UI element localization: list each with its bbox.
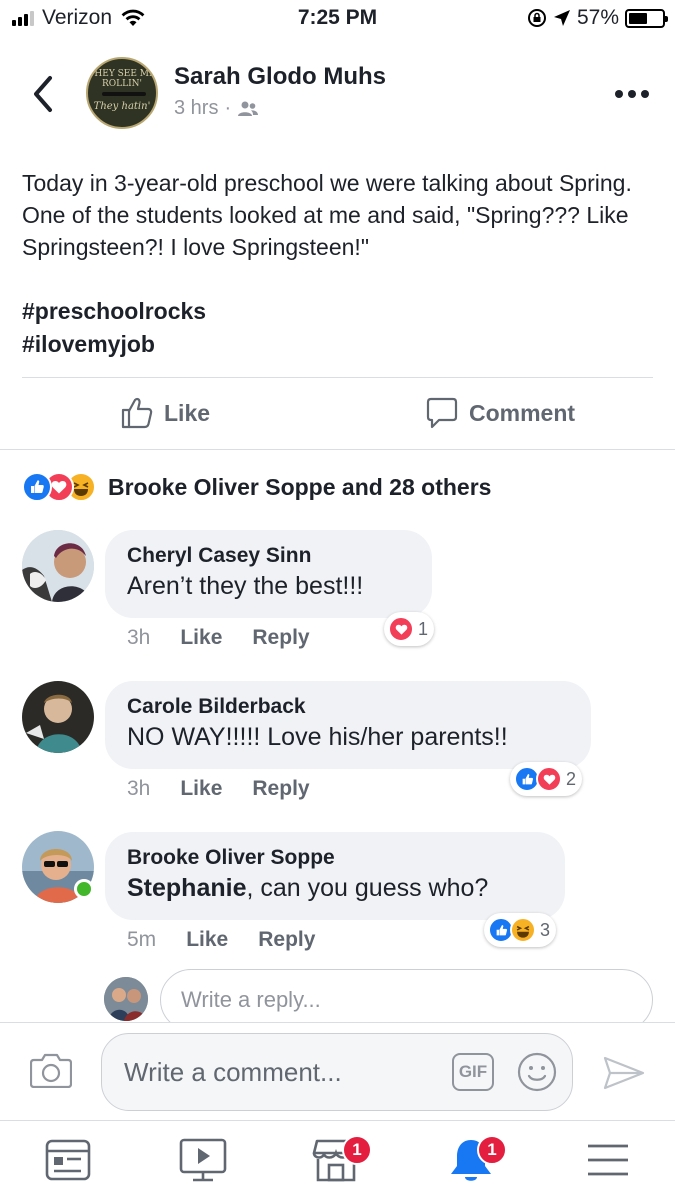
- comment-meta: 5m Like Reply: [127, 928, 315, 952]
- comment-reply-button[interactable]: Reply: [252, 626, 309, 650]
- divider: [22, 377, 653, 378]
- like-button-label: Like: [164, 399, 211, 426]
- commenter-avatar[interactable]: [22, 530, 94, 602]
- like-reaction-icon: [22, 472, 52, 502]
- comment-text-rest: , can you guess who?: [246, 874, 489, 902]
- comment-bubble-icon: [426, 397, 458, 429]
- online-status-dot: [74, 879, 94, 899]
- comment-reactions[interactable]: 3: [484, 913, 557, 947]
- comment-like-button[interactable]: Like: [180, 777, 222, 801]
- commenter-name[interactable]: Cheryl Casey Sinn: [127, 542, 410, 570]
- battery-fill: [629, 12, 648, 24]
- hashtag-link[interactable]: #preschoolrocks: [22, 295, 206, 328]
- post-text: Today in 3-year-old preschool we were ta…: [22, 170, 639, 260]
- love-reaction-icon: [536, 766, 562, 792]
- post-body: Today in 3-year-old preschool we were ta…: [22, 167, 652, 263]
- comment-bubble: Brooke Oliver Soppe Stephanie, can you g…: [105, 832, 565, 920]
- current-user-avatar: [104, 977, 148, 1021]
- commenter-avatar[interactable]: [22, 681, 94, 753]
- avatar-logo-text-bottom: They hatin': [93, 101, 151, 112]
- commenter-name[interactable]: Carole Bilderback: [127, 693, 569, 721]
- haha-reaction-icon: [510, 917, 536, 943]
- watch-icon[interactable]: [178, 1137, 228, 1183]
- meta-separator: ·: [224, 97, 232, 119]
- post-meta: 3 hrs ·: [174, 97, 259, 120]
- poster-avatar[interactable]: THEY SEE ME ROLLIN' They hatin': [86, 57, 158, 129]
- menu-icon[interactable]: [583, 1137, 633, 1183]
- rotation-lock-icon: [527, 9, 546, 27]
- comment-time: 5m: [127, 928, 157, 951]
- comment-reply-button[interactable]: Reply: [258, 928, 315, 952]
- commenter-name[interactable]: Brooke Oliver Soppe: [127, 844, 543, 872]
- comment-button-label: Comment: [469, 399, 576, 426]
- reactions-summary[interactable]: Brooke Oliver Soppe and 28 others: [22, 472, 491, 502]
- battery-icon: [625, 8, 668, 28]
- comment-time: 3h: [127, 626, 151, 649]
- location-arrow-icon: [553, 10, 570, 26]
- send-icon[interactable]: [603, 1055, 645, 1091]
- post-time[interactable]: 3 hrs: [174, 97, 218, 120]
- comment-text: Aren’t they the best!!!: [127, 572, 364, 600]
- comment-reactions[interactable]: 1: [384, 612, 435, 646]
- comment-bubble: Cheryl Casey Sinn Aren’t they the best!!…: [105, 530, 432, 618]
- comment-bubble: Carole Bilderback NO WAY!!!!! Love his/h…: [105, 681, 591, 769]
- status-right: 57%: [527, 6, 668, 30]
- comment-meta: 3h Like Reply: [127, 777, 310, 801]
- reaction-count: 2: [566, 768, 577, 789]
- comment-reply-button[interactable]: Reply: [252, 777, 309, 801]
- avatar-logo-bar: [102, 92, 146, 96]
- comment-meta: 3h Like Reply: [127, 626, 310, 650]
- back-chevron-icon[interactable]: [28, 74, 58, 114]
- more-options-icon[interactable]: [615, 90, 649, 98]
- like-button[interactable]: Like: [120, 396, 210, 430]
- comment-reactions[interactable]: 2: [510, 762, 583, 796]
- battery-percent: 57%: [576, 6, 619, 29]
- love-reaction-icon: [388, 616, 414, 642]
- comment-text: NO WAY!!!!! Love his/her parents!!: [127, 723, 508, 751]
- comment-text: Stephanie, can you guess who?: [127, 872, 543, 904]
- reactions-summary-text: Brooke Oliver Soppe and 28 others: [108, 473, 492, 500]
- reaction-count: 3: [540, 919, 551, 940]
- poster-name[interactable]: Sarah Glodo Muhs: [174, 63, 386, 91]
- news-feed-icon[interactable]: [43, 1137, 93, 1183]
- comment-button[interactable]: Comment: [425, 396, 575, 430]
- thumbs-up-icon: [121, 397, 153, 429]
- gif-button[interactable]: GIF: [452, 1053, 494, 1091]
- comment-input[interactable]: Write a comment...: [101, 1033, 573, 1111]
- hashtag-link[interactable]: #ilovemyjob: [22, 328, 206, 361]
- comment-like-button[interactable]: Like: [186, 928, 228, 952]
- notifications-badge: 1: [477, 1135, 507, 1165]
- marketplace-badge: 1: [342, 1135, 372, 1165]
- divider: [0, 449, 675, 450]
- comment-time: 3h: [127, 777, 151, 800]
- camera-icon[interactable]: [30, 1052, 72, 1088]
- friends-audience-icon[interactable]: [237, 100, 259, 118]
- reaction-count: 1: [418, 618, 429, 639]
- comment-like-button[interactable]: Like: [180, 626, 222, 650]
- avatar-logo-text-top: THEY SEE ME ROLLIN': [88, 69, 156, 89]
- status-bar: Verizon 7:25 PM 57%: [0, 0, 675, 40]
- post-hashtags: #preschoolrocks #ilovemyjob: [22, 295, 206, 361]
- emoji-icon[interactable]: [517, 1052, 557, 1092]
- mention-link[interactable]: Stephanie: [127, 874, 246, 902]
